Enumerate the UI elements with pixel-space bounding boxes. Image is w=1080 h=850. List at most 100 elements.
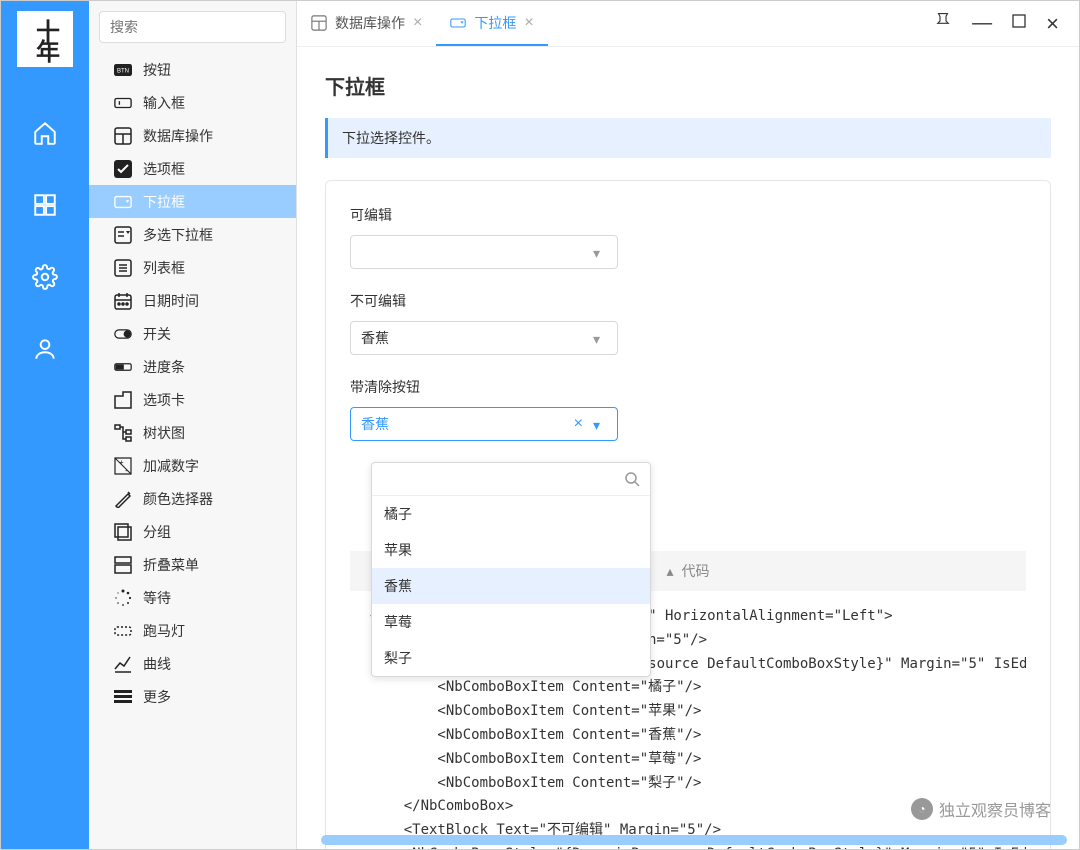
calendar-icon	[113, 291, 133, 311]
app-logo: 十年	[17, 11, 73, 67]
nav-item-marquee[interactable]: 跑马灯	[103, 614, 296, 647]
dropdown-search-input[interactable]	[382, 471, 624, 487]
svg-text:-: -	[125, 466, 128, 475]
colorpicker-icon	[113, 489, 133, 509]
nav-item-loading[interactable]: 等待	[103, 581, 296, 614]
watermark-text: 独立观察员博客	[939, 797, 1051, 821]
nav-item-button[interactable]: BTN 按钮	[103, 53, 296, 86]
maximize-icon[interactable]	[1012, 14, 1026, 33]
switch-icon	[113, 324, 133, 344]
dropdown-option[interactable]: 橘子	[372, 496, 650, 532]
horizontal-scrollbar[interactable]	[321, 835, 1067, 845]
tabs: 数据库操作 × 下拉框 ×	[297, 1, 548, 46]
nav-label: 颜色选择器	[143, 489, 213, 509]
minimize-icon[interactable]: —	[972, 12, 992, 35]
svg-text:+: +	[119, 458, 124, 467]
nav-item-progress[interactable]: 进度条	[103, 350, 296, 383]
dropdown-option[interactable]: 梨子	[372, 640, 650, 676]
wechat-icon: ◔	[911, 798, 933, 820]
nav-label: 数据库操作	[143, 126, 213, 146]
user-icon[interactable]	[31, 335, 59, 363]
close-icon[interactable]: ×	[524, 14, 533, 32]
content: 下拉框 下拉选择控件。 可编辑 ▾ 不可编辑 香蕉 ▾ 带清除按钮 香蕉 × ▾	[297, 47, 1079, 849]
nav-list: BTN 按钮 输入框 数据库操作 选项框 下拉框 多选下拉框 列表框 日期时间 开…	[89, 53, 296, 849]
combobox-icon	[113, 192, 133, 212]
nav-item-listbox[interactable]: 列表框	[103, 251, 296, 284]
stepper-icon: +-	[113, 456, 133, 476]
nav-label: 跑马灯	[143, 621, 185, 641]
pin-icon[interactable]	[934, 12, 952, 35]
combobox-dropdown: 橘子 苹果 香蕉 草莓 梨子	[371, 462, 651, 677]
nav-item-chart[interactable]: 曲线	[103, 647, 296, 680]
nav-item-multiselect[interactable]: 多选下拉框	[103, 218, 296, 251]
nav-rail: 十年	[1, 1, 89, 849]
clear-icon[interactable]: ×	[574, 415, 583, 433]
progress-icon	[113, 357, 133, 377]
dropdown-option[interactable]: 草莓	[372, 604, 650, 640]
nav-label: 树状图	[143, 423, 185, 443]
nav-item-datetime[interactable]: 日期时间	[103, 284, 296, 317]
window-controls: — ×	[934, 11, 1071, 37]
nav-item-tree[interactable]: 树状图	[103, 416, 296, 449]
input-icon	[113, 93, 133, 113]
close-window-icon[interactable]: ×	[1046, 11, 1059, 37]
dropdown-option[interactable]: 苹果	[372, 532, 650, 568]
noneditable-combobox[interactable]: 香蕉 ▾	[350, 321, 618, 355]
chevron-up-icon: ▴	[666, 563, 673, 580]
nav-item-switch[interactable]: 开关	[103, 317, 296, 350]
description: 下拉选择控件。	[325, 118, 1051, 158]
more-icon	[113, 687, 133, 707]
nav-label: 开关	[143, 324, 171, 344]
watermark: ◔ 独立观察员博客	[911, 797, 1051, 821]
search-icon	[624, 471, 640, 487]
dropdown-option[interactable]: 香蕉	[372, 568, 650, 604]
chevron-down-icon: ▾	[593, 331, 607, 345]
code-toggle-label: 代码	[682, 561, 710, 581]
combobox-icon	[450, 15, 466, 31]
nav-label: 列表框	[143, 258, 185, 278]
noneditable-label: 不可编辑	[350, 291, 1026, 311]
clearable-label: 带清除按钮	[350, 377, 1026, 397]
tab-label: 下拉框	[474, 13, 516, 33]
database-icon	[113, 126, 133, 146]
btn-icon: BTN	[113, 60, 133, 80]
nav-label: 等待	[143, 588, 171, 608]
main-area: 数据库操作 × 下拉框 × — × 下拉框 下拉选择控件。 可编辑	[297, 1, 1079, 849]
chart-icon	[113, 654, 133, 674]
tab-database[interactable]: 数据库操作 ×	[297, 1, 436, 46]
nav-label: 进度条	[143, 357, 185, 377]
nav-label: 折叠菜单	[143, 555, 199, 575]
nav-item-input[interactable]: 输入框	[103, 86, 296, 119]
grid-icon[interactable]	[31, 191, 59, 219]
group-icon	[113, 522, 133, 542]
tab-combobox[interactable]: 下拉框 ×	[436, 1, 547, 46]
tab-label: 数据库操作	[335, 13, 405, 33]
nav-item-group[interactable]: 分组	[103, 515, 296, 548]
nav-item-checkbox[interactable]: 选项框	[103, 152, 296, 185]
database-icon	[311, 15, 327, 31]
nav-label: 选项卡	[143, 390, 185, 410]
checkbox-icon	[113, 159, 133, 179]
editable-combobox[interactable]: ▾	[350, 235, 618, 269]
nav-label: 按钮	[143, 60, 171, 80]
nav-label: 输入框	[143, 93, 185, 113]
nav-label: 多选下拉框	[143, 225, 213, 245]
chevron-down-icon: ▾	[593, 417, 607, 431]
nav-item-tabs[interactable]: 选项卡	[103, 383, 296, 416]
nav-item-accordion[interactable]: 折叠菜单	[103, 548, 296, 581]
nav-item-combobox[interactable]: 下拉框	[89, 185, 296, 218]
tree-icon	[113, 423, 133, 443]
clearable-combobox[interactable]: 香蕉 × ▾	[350, 407, 618, 441]
nav-label: 曲线	[143, 654, 171, 674]
search-input[interactable]	[99, 11, 286, 43]
nav-item-more[interactable]: 更多	[103, 680, 296, 713]
home-icon[interactable]	[31, 119, 59, 147]
settings-icon[interactable]	[31, 263, 59, 291]
page-title: 下拉框	[325, 71, 1051, 100]
nav-item-stepper[interactable]: +-加减数字	[103, 449, 296, 482]
close-icon[interactable]: ×	[413, 14, 422, 32]
nav-item-colorpicker[interactable]: 颜色选择器	[103, 482, 296, 515]
nav-item-database[interactable]: 数据库操作	[103, 119, 296, 152]
nav-label: 下拉框	[143, 192, 185, 212]
listbox-icon	[113, 258, 133, 278]
